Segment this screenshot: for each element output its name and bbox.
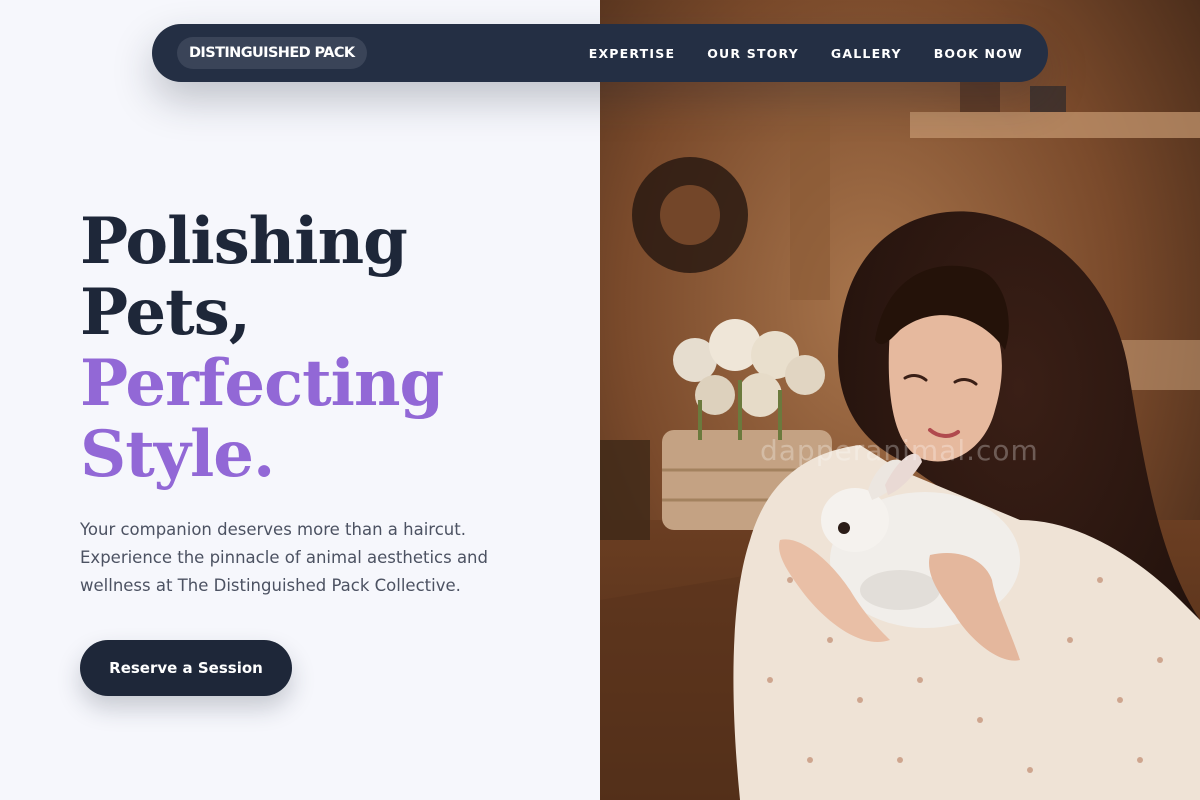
hero-left-panel: Polishing Pets, Perfecting Style. Your c…	[0, 0, 600, 800]
nav-link-book-now[interactable]: BOOK NOW	[934, 46, 1023, 61]
subtext-line-1: Your companion deserves more than a hair…	[80, 520, 466, 539]
woman-holding-bunny-photo	[600, 0, 1200, 800]
hero-photo: dapperanimal.com	[600, 0, 1200, 800]
watermark-text: dapperanimal.com	[760, 434, 1039, 467]
subtext-line-2: Experience the pinnacle of animal aesthe…	[80, 548, 488, 567]
nav-links: EXPERTISE OUR STORY GALLERY BOOK NOW	[589, 24, 1048, 82]
headline-accent-line-2: Style.	[80, 417, 275, 492]
hero-headline: Polishing Pets, Perfecting Style.	[80, 206, 580, 490]
brand-logo[interactable]: DISTINGUISHED PACK	[177, 37, 367, 69]
reserve-session-button[interactable]: Reserve a Session	[80, 640, 292, 696]
headline-line-1: Polishing	[80, 204, 408, 279]
headline-accent-line-1: Perfecting	[80, 346, 444, 421]
top-navigation: DISTINGUISHED PACK EXPERTISE OUR STORY G…	[152, 24, 1048, 82]
subtext-line-3: wellness at The Distinguished Pack Colle…	[80, 576, 461, 595]
nav-link-our-story[interactable]: OUR STORY	[707, 46, 799, 61]
hero-subtext: Your companion deserves more than a hair…	[80, 516, 500, 600]
nav-link-expertise[interactable]: EXPERTISE	[589, 46, 675, 61]
headline-line-2: Pets,	[80, 275, 251, 350]
nav-link-gallery[interactable]: GALLERY	[831, 46, 902, 61]
